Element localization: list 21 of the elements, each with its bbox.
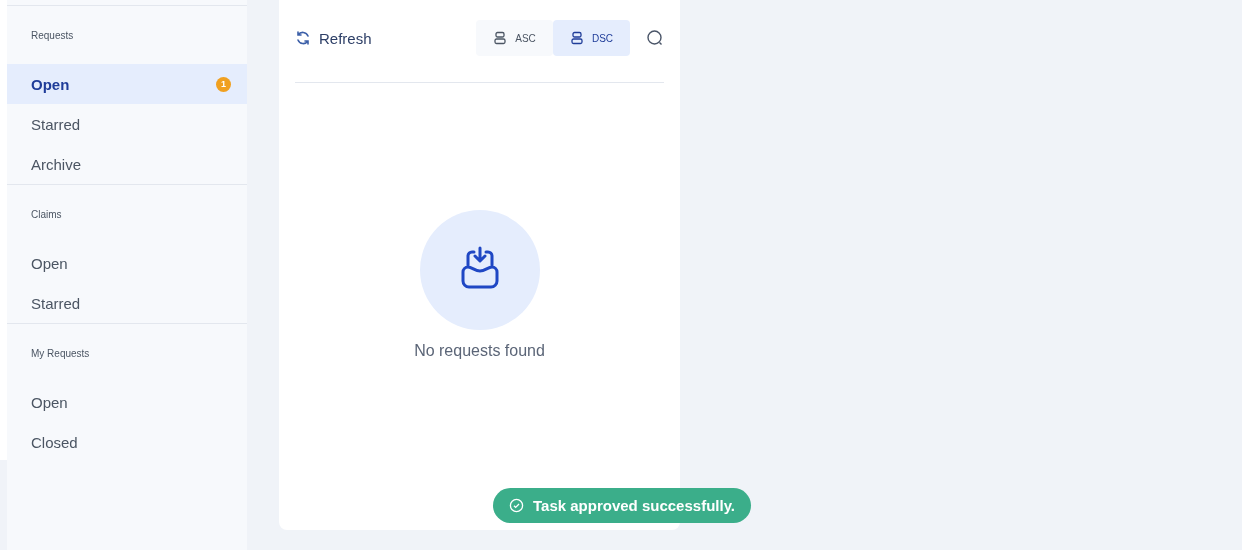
refresh-button[interactable]: Refresh [295, 29, 372, 47]
sort-icon [569, 31, 584, 45]
section-title: Claims [30, 208, 63, 222]
empty-message: No requests found [414, 342, 545, 360]
sidebar-item[interactable]: Starred [7, 104, 247, 144]
sort-icon [493, 31, 508, 45]
sidebar-item[interactable]: Open [7, 382, 247, 422]
check-circle-icon [509, 498, 524, 513]
sidebar-item[interactable]: Archive [7, 144, 247, 184]
sort-button[interactable]: ASC [476, 20, 553, 56]
sidebar-item[interactable]: Open [7, 243, 247, 283]
sidebar-item[interactable]: Starred [7, 283, 247, 323]
refresh-icon [295, 30, 311, 46]
sidebar-item[interactable]: Closed [7, 422, 247, 462]
section-title: Requests [30, 29, 75, 43]
search-button[interactable] [646, 29, 664, 47]
sidebar-item[interactable]: Open 1 [7, 64, 247, 104]
count-badge: 1 [216, 76, 231, 92]
section-title: My Requests [30, 347, 91, 361]
toast-message: Task approved successfully. [533, 497, 736, 514]
sort-button[interactable]: DSC [553, 20, 630, 56]
